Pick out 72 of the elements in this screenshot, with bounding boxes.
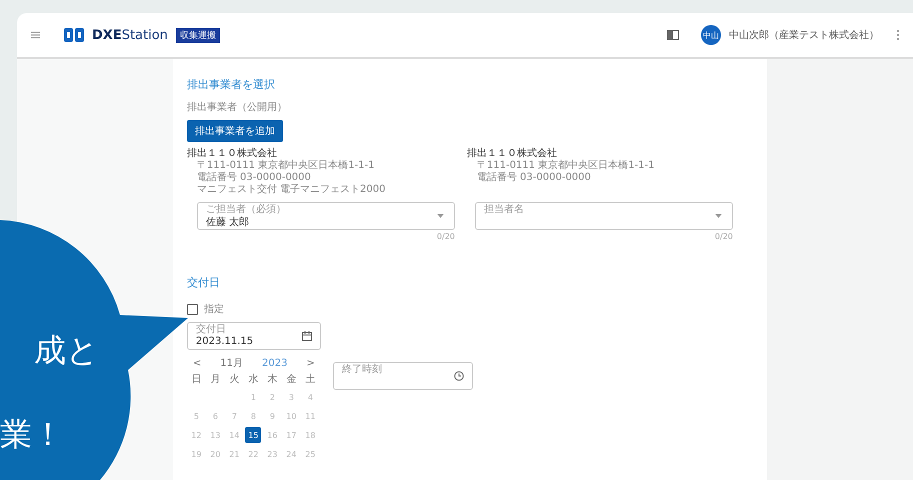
calendar-day[interactable]: 23 xyxy=(264,446,280,462)
previous-month-button[interactable]: < xyxy=(192,358,202,368)
weekday-label: 日 xyxy=(190,373,202,386)
calendar-day[interactable]: 22 xyxy=(245,446,262,462)
field-label: 担当者名 xyxy=(482,204,525,215)
user-name[interactable]: 中山次郎（産業テスト株式会社） xyxy=(729,28,879,42)
company-detail: 電話番号 03-0000-0000 xyxy=(476,172,592,184)
calendar-day[interactable]: 4 xyxy=(302,389,318,405)
date-field[interactable]: 交付日 2023.11.15 xyxy=(186,322,321,350)
logo-text: DXEStation xyxy=(92,28,168,42)
calendar-day[interactable]: 25 xyxy=(302,446,318,462)
calendar-day[interactable]: 8 xyxy=(245,408,262,424)
weekday-label: 金 xyxy=(285,373,298,386)
menu-icon[interactable] xyxy=(31,31,40,39)
avatar[interactable]: 中山 xyxy=(701,25,721,45)
calendar-day[interactable]: 19 xyxy=(188,446,204,462)
calendar-day[interactable]: 15 xyxy=(245,427,262,443)
caret-icon[interactable] xyxy=(714,214,722,218)
calendar-day[interactable]: 18 xyxy=(302,427,318,443)
company-name: 排出１１０株式会社 xyxy=(466,146,558,160)
calendar-day[interactable]: 7 xyxy=(226,408,242,424)
subtitle: 排出事業者（公開用） xyxy=(186,100,288,114)
field-label: 終了時刻 xyxy=(340,364,383,375)
bubble-text: 成と xyxy=(34,332,99,368)
clock-icon[interactable] xyxy=(454,371,464,381)
year-selector[interactable]: 2023 xyxy=(262,358,288,368)
checkbox[interactable] xyxy=(186,304,198,314)
section-heading: 交付日 xyxy=(186,275,221,290)
select-field[interactable]: ご担当者（必須） 佐藤 太郎 xyxy=(196,202,455,230)
calendar-day[interactable]: 3 xyxy=(283,389,300,405)
calendar-day[interactable]: 6 xyxy=(207,408,224,424)
calendar-day[interactable]: 24 xyxy=(283,446,300,462)
weekday-label: 水 xyxy=(247,372,260,386)
bubble-text: 業！ xyxy=(0,416,64,452)
calendar-day[interactable]: 9 xyxy=(264,408,280,424)
month-selector[interactable]: 11月 xyxy=(220,356,243,370)
calendar-day[interactable]: 10 xyxy=(283,408,300,424)
calendar-day[interactable]: 5 xyxy=(188,408,204,424)
calendar-day[interactable]: 17 xyxy=(283,427,300,443)
company-detail: 電話番号 03-0000-0000 xyxy=(196,172,312,184)
field-label: 交付日 xyxy=(194,324,227,335)
checkbox-label: 指定 xyxy=(204,302,224,316)
service-badge: 収集運搬 xyxy=(176,28,220,42)
calendar-day[interactable]: 14 xyxy=(226,427,242,443)
calendar-day[interactable]: 13 xyxy=(207,427,224,443)
calendar-day[interactable]: 1 xyxy=(245,389,262,405)
company-detail: マニフェスト交付 電子マニフェスト2000 xyxy=(196,184,387,196)
weekday-label: 月 xyxy=(209,373,222,386)
add-discharger-button[interactable]: 排出事業者を追加 xyxy=(186,120,283,142)
calendar-day[interactable]: 2 xyxy=(264,389,280,405)
weekday-label: 木 xyxy=(266,372,278,386)
caret-icon[interactable] xyxy=(436,214,444,218)
char-counter: 0/20 xyxy=(436,232,455,241)
field-label: ご担当者（必須） xyxy=(204,204,287,215)
calendar-day[interactable]: 16 xyxy=(264,427,280,443)
weekday-label: 土 xyxy=(304,372,316,386)
company-detail: 〒111-0111 東京都中央区日本橋1-1-1 xyxy=(196,160,376,172)
logo-icon xyxy=(64,28,84,42)
calendar-day[interactable]: 20 xyxy=(207,446,224,462)
section-heading: 排出事業者を選択 xyxy=(186,77,276,92)
panel-icon[interactable] xyxy=(667,30,679,40)
company-name: 排出１１０株式会社 xyxy=(186,146,278,160)
select-field[interactable]: 担当者名 xyxy=(474,202,733,230)
next-month-button[interactable]: > xyxy=(306,358,315,368)
company-detail: 〒111-0111 東京都中央区日本橋1-1-1 xyxy=(476,160,656,172)
time-field[interactable]: 終了時刻 xyxy=(332,362,473,390)
calendar-day[interactable]: 12 xyxy=(188,427,204,443)
calendar-icon[interactable] xyxy=(302,331,312,341)
calendar-day[interactable]: 11 xyxy=(302,408,318,424)
calendar-day[interactable]: 21 xyxy=(226,446,242,462)
weekday-label: 火 xyxy=(228,372,240,386)
char-counter: 0/20 xyxy=(714,232,733,241)
